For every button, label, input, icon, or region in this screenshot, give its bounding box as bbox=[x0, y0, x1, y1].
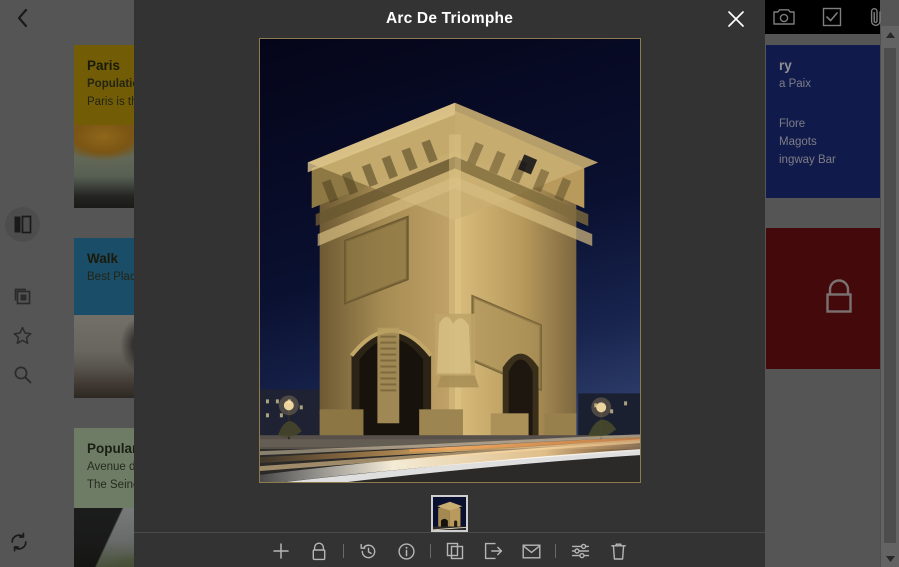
lock-button[interactable] bbox=[300, 536, 338, 566]
close-button[interactable] bbox=[723, 6, 749, 32]
mail-icon bbox=[522, 544, 541, 559]
star-icon bbox=[13, 326, 32, 345]
arc-de-triomphe-thumbnail[interactable] bbox=[431, 495, 468, 532]
thumbnail-image bbox=[433, 497, 466, 530]
toolbar-separator bbox=[555, 544, 556, 558]
search-icon bbox=[14, 366, 32, 384]
export-button[interactable] bbox=[474, 536, 512, 566]
image-viewer-modal: Arc De Triomphe bbox=[134, 0, 765, 567]
arc-photo-illustration bbox=[259, 39, 640, 482]
toolbar-separator bbox=[430, 544, 431, 558]
trash-icon bbox=[610, 543, 626, 560]
modal-body bbox=[134, 38, 765, 532]
copy-icon bbox=[446, 542, 464, 560]
history-button[interactable] bbox=[349, 536, 387, 566]
adjust-button[interactable] bbox=[561, 536, 599, 566]
close-icon bbox=[728, 11, 744, 27]
library-icon bbox=[14, 215, 32, 234]
app-window: Paris Population Paris is the l Walk Bes… bbox=[0, 0, 899, 567]
export-icon bbox=[484, 542, 502, 560]
toolbar-separator bbox=[343, 544, 344, 558]
arc-de-triomphe-night-photo[interactable] bbox=[258, 38, 641, 483]
mail-button[interactable] bbox=[512, 536, 550, 566]
info-button[interactable] bbox=[387, 536, 425, 566]
modal-toolbar bbox=[134, 532, 765, 567]
sliders-icon bbox=[571, 543, 589, 559]
modal-header: Arc De Triomphe bbox=[134, 0, 765, 38]
archive-icon bbox=[14, 288, 31, 305]
history-icon bbox=[360, 543, 375, 558]
delete-button[interactable] bbox=[599, 536, 637, 566]
add-button[interactable] bbox=[262, 536, 300, 566]
info-icon bbox=[397, 542, 415, 560]
thumbnail-strip bbox=[431, 495, 468, 532]
plus-icon bbox=[273, 543, 289, 559]
copy-button[interactable] bbox=[436, 536, 474, 566]
modal-title: Arc De Triomphe bbox=[385, 10, 514, 27]
lock-icon bbox=[312, 542, 326, 560]
